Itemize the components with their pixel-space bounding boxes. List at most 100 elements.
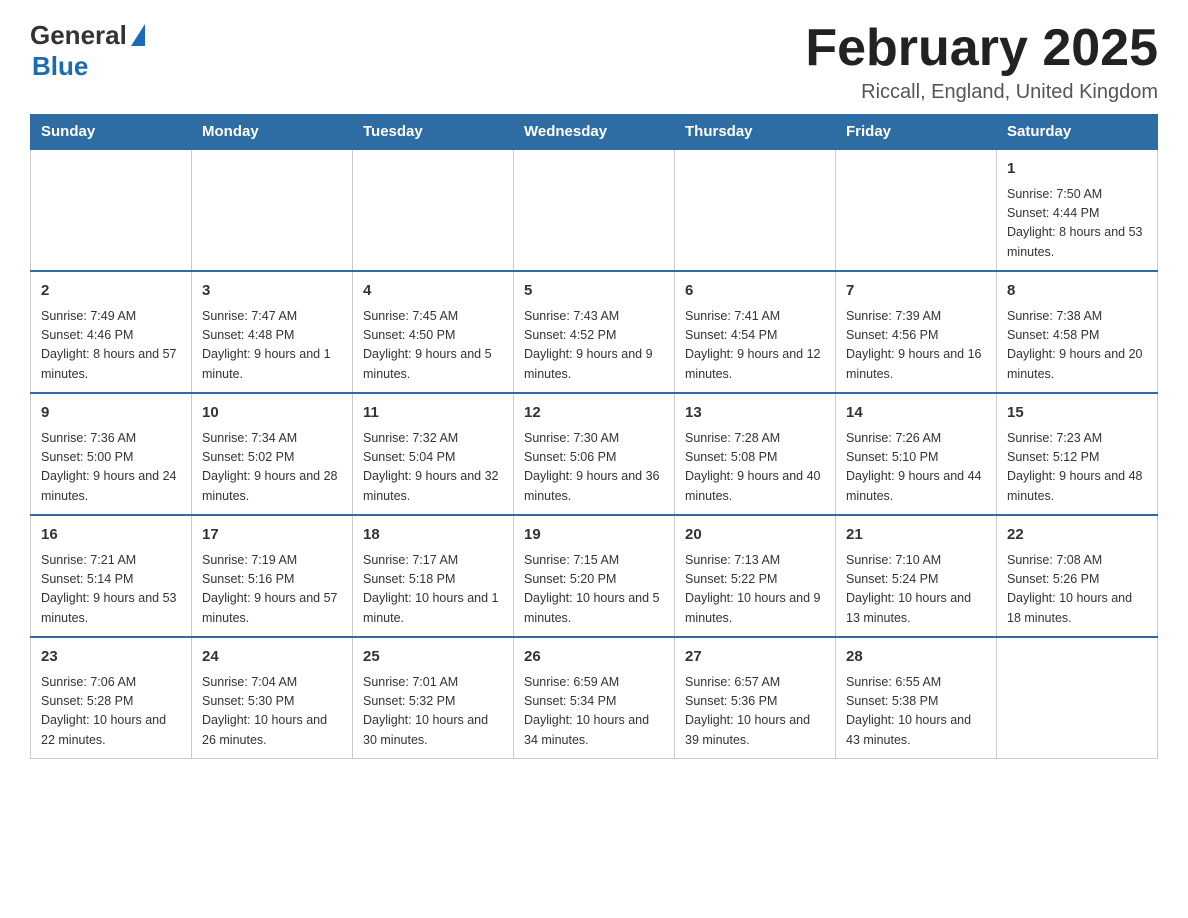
- calendar-week-row: 23 Sunrise: 7:06 AMSunset: 5:28 PMDayligh…: [31, 637, 1158, 759]
- day-info: Sunrise: 7:45 AMSunset: 4:50 PMDaylight:…: [363, 307, 503, 385]
- day-number: 7: [846, 280, 986, 303]
- day-number: 25: [363, 646, 503, 669]
- day-info: Sunrise: 7:50 AMSunset: 4:44 PMDaylight:…: [1007, 185, 1147, 263]
- day-number: 13: [685, 402, 825, 425]
- day-number: 12: [524, 402, 664, 425]
- day-number: 18: [363, 524, 503, 547]
- day-info: Sunrise: 7:34 AMSunset: 5:02 PMDaylight:…: [202, 429, 342, 507]
- calendar-cell: [836, 149, 997, 271]
- calendar-cell: 15 Sunrise: 7:23 AMSunset: 5:12 PMDayligh…: [997, 393, 1158, 515]
- day-info: Sunrise: 7:15 AMSunset: 5:20 PMDaylight:…: [524, 551, 664, 629]
- day-number: 10: [202, 402, 342, 425]
- day-info: Sunrise: 7:32 AMSunset: 5:04 PMDaylight:…: [363, 429, 503, 507]
- day-info: Sunrise: 7:17 AMSunset: 5:18 PMDaylight:…: [363, 551, 503, 629]
- calendar-week-row: 2 Sunrise: 7:49 AMSunset: 4:46 PMDaylight…: [31, 271, 1158, 393]
- day-info: Sunrise: 7:23 AMSunset: 5:12 PMDaylight:…: [1007, 429, 1147, 507]
- day-number: 4: [363, 280, 503, 303]
- calendar-cell: 2 Sunrise: 7:49 AMSunset: 4:46 PMDaylight…: [31, 271, 192, 393]
- calendar-cell: 1Sunrise: 7:50 AMSunset: 4:44 PMDaylight…: [997, 149, 1158, 271]
- calendar-cell: 12 Sunrise: 7:30 AMSunset: 5:06 PMDayligh…: [514, 393, 675, 515]
- day-number: 3: [202, 280, 342, 303]
- day-info: Sunrise: 7:30 AMSunset: 5:06 PMDaylight:…: [524, 429, 664, 507]
- day-info: Sunrise: 7:06 AMSunset: 5:28 PMDaylight:…: [41, 673, 181, 751]
- calendar-week-row: 9 Sunrise: 7:36 AMSunset: 5:00 PMDaylight…: [31, 393, 1158, 515]
- day-number: 11: [363, 402, 503, 425]
- day-info: Sunrise: 7:01 AMSunset: 5:32 PMDaylight:…: [363, 673, 503, 751]
- day-number: 22: [1007, 524, 1147, 547]
- weekday-header: Friday: [836, 115, 997, 150]
- calendar-cell: 19 Sunrise: 7:15 AMSunset: 5:20 PMDayligh…: [514, 515, 675, 637]
- calendar-cell: 11 Sunrise: 7:32 AMSunset: 5:04 PMDayligh…: [353, 393, 514, 515]
- calendar-header-row: SundayMondayTuesdayWednesdayThursdayFrid…: [31, 115, 1158, 150]
- day-number: 19: [524, 524, 664, 547]
- calendar-cell: 13 Sunrise: 7:28 AMSunset: 5:08 PMDayligh…: [675, 393, 836, 515]
- day-info: Sunrise: 6:59 AMSunset: 5:34 PMDaylight:…: [524, 673, 664, 751]
- weekday-header: Thursday: [675, 115, 836, 150]
- logo-triangle-icon: [131, 24, 145, 46]
- day-number: 26: [524, 646, 664, 669]
- calendar-cell: 22 Sunrise: 7:08 AMSunset: 5:26 PMDayligh…: [997, 515, 1158, 637]
- weekday-header: Monday: [192, 115, 353, 150]
- calendar-cell: 9 Sunrise: 7:36 AMSunset: 5:00 PMDaylight…: [31, 393, 192, 515]
- weekday-header: Wednesday: [514, 115, 675, 150]
- day-info: Sunrise: 7:13 AMSunset: 5:22 PMDaylight:…: [685, 551, 825, 629]
- calendar-cell: 6 Sunrise: 7:41 AMSunset: 4:54 PMDaylight…: [675, 271, 836, 393]
- day-info: Sunrise: 7:10 AMSunset: 5:24 PMDaylight:…: [846, 551, 986, 629]
- day-number: 15: [1007, 402, 1147, 425]
- day-number: 14: [846, 402, 986, 425]
- day-number: 23: [41, 646, 181, 669]
- day-info: Sunrise: 7:26 AMSunset: 5:10 PMDaylight:…: [846, 429, 986, 507]
- page-header: General Blue February 2025 Riccall, Engl…: [30, 20, 1158, 104]
- calendar-week-row: 16 Sunrise: 7:21 AMSunset: 5:14 PMDayligh…: [31, 515, 1158, 637]
- calendar-cell: [997, 637, 1158, 759]
- calendar-cell: 7 Sunrise: 7:39 AMSunset: 4:56 PMDaylight…: [836, 271, 997, 393]
- day-number: 27: [685, 646, 825, 669]
- calendar-cell: [353, 149, 514, 271]
- day-number: 21: [846, 524, 986, 547]
- calendar-cell: 28Sunrise: 6:55 AMSunset: 5:38 PMDayligh…: [836, 637, 997, 759]
- weekday-header: Tuesday: [353, 115, 514, 150]
- calendar-cell: [192, 149, 353, 271]
- calendar-cell: 18 Sunrise: 7:17 AMSunset: 5:18 PMDayligh…: [353, 515, 514, 637]
- calendar-cell: 26 Sunrise: 6:59 AMSunset: 5:34 PMDayligh…: [514, 637, 675, 759]
- calendar-cell: 21 Sunrise: 7:10 AMSunset: 5:24 PMDayligh…: [836, 515, 997, 637]
- day-info: Sunrise: 7:39 AMSunset: 4:56 PMDaylight:…: [846, 307, 986, 385]
- calendar-cell: 10 Sunrise: 7:34 AMSunset: 5:02 PMDayligh…: [192, 393, 353, 515]
- location-text: Riccall, England, United Kingdom: [805, 81, 1158, 104]
- month-title: February 2025: [805, 20, 1158, 77]
- calendar-cell: [514, 149, 675, 271]
- day-number: 24: [202, 646, 342, 669]
- day-info: Sunrise: 7:47 AMSunset: 4:48 PMDaylight:…: [202, 307, 342, 385]
- day-info: Sunrise: 6:55 AMSunset: 5:38 PMDaylight:…: [846, 673, 986, 751]
- day-number: 2: [41, 280, 181, 303]
- day-info: Sunrise: 7:08 AMSunset: 5:26 PMDaylight:…: [1007, 551, 1147, 629]
- day-info: Sunrise: 7:49 AMSunset: 4:46 PMDaylight:…: [41, 307, 181, 385]
- day-info: Sunrise: 7:38 AMSunset: 4:58 PMDaylight:…: [1007, 307, 1147, 385]
- calendar-cell: 17Sunrise: 7:19 AMSunset: 5:16 PMDayligh…: [192, 515, 353, 637]
- day-number: 16: [41, 524, 181, 547]
- day-info: Sunrise: 7:21 AMSunset: 5:14 PMDaylight:…: [41, 551, 181, 629]
- day-number: 6: [685, 280, 825, 303]
- calendar-cell: 23 Sunrise: 7:06 AMSunset: 5:28 PMDayligh…: [31, 637, 192, 759]
- calendar-cell: 5 Sunrise: 7:43 AMSunset: 4:52 PMDaylight…: [514, 271, 675, 393]
- logo-general-text: General: [30, 20, 127, 51]
- calendar-cell: 25 Sunrise: 7:01 AMSunset: 5:32 PMDayligh…: [353, 637, 514, 759]
- day-info: Sunrise: 7:36 AMSunset: 5:00 PMDaylight:…: [41, 429, 181, 507]
- day-info: Sunrise: 7:28 AMSunset: 5:08 PMDaylight:…: [685, 429, 825, 507]
- calendar-cell: 20Sunrise: 7:13 AMSunset: 5:22 PMDayligh…: [675, 515, 836, 637]
- calendar-cell: [675, 149, 836, 271]
- calendar-cell: 24Sunrise: 7:04 AMSunset: 5:30 PMDayligh…: [192, 637, 353, 759]
- day-info: Sunrise: 7:43 AMSunset: 4:52 PMDaylight:…: [524, 307, 664, 385]
- day-number: 9: [41, 402, 181, 425]
- calendar-week-row: 1Sunrise: 7:50 AMSunset: 4:44 PMDaylight…: [31, 149, 1158, 271]
- logo: General Blue: [30, 20, 145, 82]
- day-info: Sunrise: 7:41 AMSunset: 4:54 PMDaylight:…: [685, 307, 825, 385]
- day-number: 8: [1007, 280, 1147, 303]
- calendar-table: SundayMondayTuesdayWednesdayThursdayFrid…: [30, 114, 1158, 759]
- calendar-cell: 3 Sunrise: 7:47 AMSunset: 4:48 PMDaylight…: [192, 271, 353, 393]
- calendar-cell: 14 Sunrise: 7:26 AMSunset: 5:10 PMDayligh…: [836, 393, 997, 515]
- day-info: Sunrise: 6:57 AMSunset: 5:36 PMDaylight:…: [685, 673, 825, 751]
- title-section: February 2025 Riccall, England, United K…: [805, 20, 1158, 104]
- day-number: 17: [202, 524, 342, 547]
- day-number: 5: [524, 280, 664, 303]
